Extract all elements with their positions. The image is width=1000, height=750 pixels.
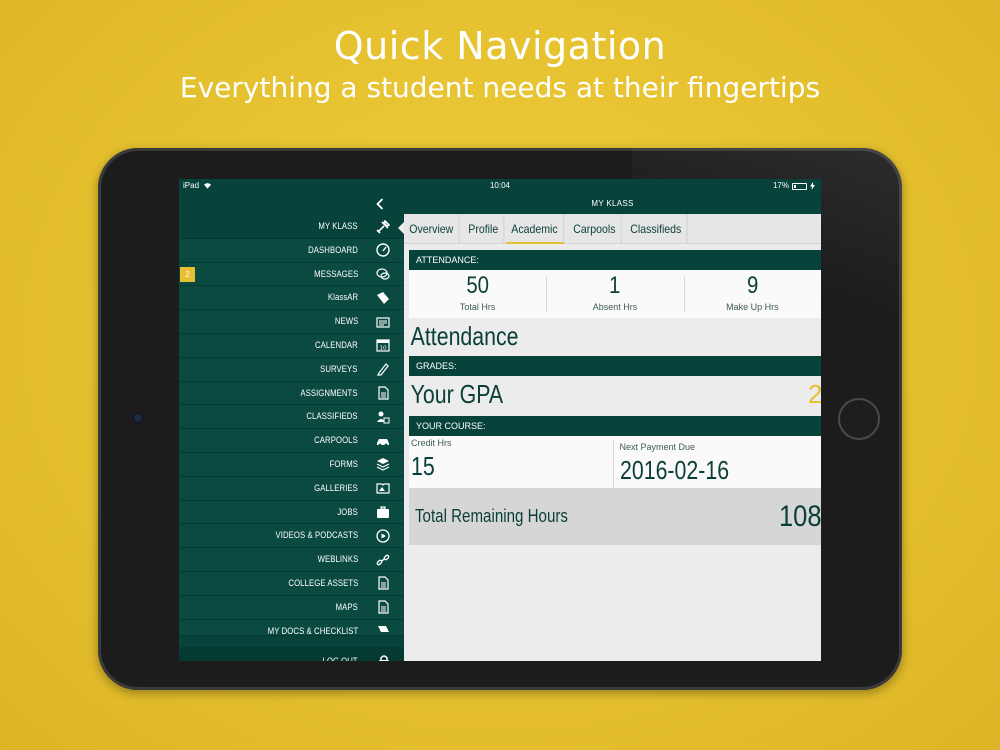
header-title: MY KLASS bbox=[591, 199, 634, 208]
docs-icon bbox=[375, 624, 391, 635]
tab-carpools[interactable]: Carpools bbox=[568, 214, 622, 244]
sidebar-item-videos-podcasts[interactable]: VIDEOS & PODCASTS bbox=[179, 524, 404, 549]
battery-icon bbox=[792, 182, 807, 190]
gpa-value: 2 bbox=[808, 379, 821, 409]
charging-icon bbox=[810, 182, 815, 190]
sidebar: MY KLASS DASHBOARD 2 MESSAGES KlassAR NE… bbox=[179, 193, 404, 661]
chevron-left-icon bbox=[376, 198, 384, 210]
briefcase-icon bbox=[375, 505, 391, 520]
grades-header: GRADES: bbox=[409, 356, 821, 376]
attendance-header: ATTENDANCE: bbox=[409, 250, 821, 270]
attendance-stats: 50 Total Hrs 1 Absent Hrs 9 Make Up Hrs bbox=[409, 270, 821, 318]
sidebar-item-news[interactable]: NEWS bbox=[179, 310, 404, 334]
status-bar: iPad 10:04 17% bbox=[179, 179, 821, 193]
stat-total-hrs: 50 Total Hrs bbox=[459, 272, 496, 312]
gauge-icon bbox=[375, 243, 391, 258]
gpa-title: Your GPA bbox=[410, 379, 504, 409]
sidebar-item-carpools[interactable]: CARPOOLS bbox=[179, 429, 404, 453]
tools-icon bbox=[375, 219, 391, 234]
sidebar-item-surveys[interactable]: SURVEYS bbox=[179, 357, 404, 382]
home-button[interactable] bbox=[838, 398, 880, 440]
calendar-icon: 10 bbox=[375, 338, 391, 353]
sidebar-item-dashboard[interactable]: DASHBOARD bbox=[179, 238, 404, 263]
sidebar-item-calendar[interactable]: CALENDAR 10 bbox=[179, 333, 404, 358]
promo-title: Quick Navigation bbox=[333, 24, 667, 68]
sidebar-item-my-klass[interactable]: MY KLASS bbox=[179, 215, 404, 239]
total-remaining-hours: Total Remaining Hours 108 bbox=[409, 488, 821, 545]
course-info-row: Credit Hrs 15 Next Payment Due 2016-02-1… bbox=[409, 436, 821, 488]
lock-icon bbox=[379, 655, 389, 661]
document-icon bbox=[375, 576, 391, 591]
sidebar-item-my-docs-checklist[interactable]: MY DOCS & CHECKLIST bbox=[179, 619, 404, 636]
sidebar-item-label: MY KLASS bbox=[318, 221, 358, 231]
sidebar-item-forms[interactable]: FORMS bbox=[179, 452, 404, 477]
ipad-device-frame: iPad 10:04 17% MY KLASS MY KLASS DASHBOA… bbox=[98, 148, 902, 690]
tab-overview[interactable]: Overview bbox=[404, 214, 460, 244]
next-payment-due: Next Payment Due 2016-02-16 bbox=[612, 440, 822, 488]
sidebar-item-assignments[interactable]: ASSIGNMENTS bbox=[179, 381, 404, 406]
stat-absent-hrs: 1 Absent Hrs bbox=[546, 270, 683, 318]
sidebar-item-college-assets[interactable]: COLLEGE ASSETS bbox=[179, 571, 404, 596]
camera-dot bbox=[134, 414, 142, 422]
sidebar-item-classifieds[interactable]: CLASSIFIEDS bbox=[179, 405, 404, 430]
promo-subtitle: Everything a student needs at their fing… bbox=[179, 71, 821, 104]
sidebar-item-messages[interactable]: 2 MESSAGES bbox=[179, 262, 404, 287]
document-icon bbox=[375, 386, 391, 401]
svg-text:10: 10 bbox=[380, 346, 387, 352]
play-circle-icon bbox=[375, 528, 391, 543]
main-content: Overview Profile Academic Carpools Class… bbox=[404, 214, 821, 661]
messages-badge: 2 bbox=[180, 266, 195, 282]
pencil-icon bbox=[375, 362, 391, 377]
stat-make-up-hrs: 9 Make Up Hrs bbox=[683, 270, 821, 318]
car-icon bbox=[375, 433, 391, 448]
tab-academic[interactable]: Academic bbox=[506, 214, 564, 244]
sidebar-item-jobs[interactable]: JOBS bbox=[179, 500, 404, 525]
back-button[interactable] bbox=[370, 195, 390, 213]
tab-bar: Overview Profile Academic Carpools Class… bbox=[404, 214, 821, 244]
chat-bubbles-icon bbox=[375, 267, 391, 282]
course-header: YOUR COURSE: bbox=[409, 416, 821, 436]
people-tag-icon bbox=[375, 409, 391, 424]
layers-icon bbox=[375, 457, 391, 472]
sidebar-item-galleries[interactable]: GALLERIES bbox=[179, 476, 404, 501]
newspaper-icon bbox=[375, 314, 391, 329]
sidebar-item-maps[interactable]: MAPS bbox=[179, 595, 404, 620]
attendance-title: Attendance bbox=[410, 321, 519, 351]
status-battery: 17% bbox=[773, 179, 815, 193]
link-icon bbox=[375, 552, 391, 567]
sidebar-item-klassar[interactable]: KlassAR bbox=[179, 286, 404, 311]
status-time: 10:04 bbox=[489, 181, 511, 190]
app-screen: iPad 10:04 17% MY KLASS MY KLASS DASHBOA… bbox=[179, 179, 821, 661]
photo-book-icon bbox=[375, 481, 391, 496]
tab-profile[interactable]: Profile bbox=[463, 214, 505, 244]
tab-classifieds[interactable]: Classifieds bbox=[625, 214, 688, 244]
logout-button[interactable]: LOG OUT bbox=[179, 647, 404, 661]
promo-headline: Quick Navigation Everything a student ne… bbox=[0, 22, 1000, 106]
sidebar-nav: MY KLASS DASHBOARD 2 MESSAGES KlassAR NE… bbox=[179, 215, 404, 636]
ar-book-icon bbox=[375, 290, 391, 305]
credit-hrs: Credit Hrs 15 bbox=[411, 438, 452, 481]
document-icon bbox=[375, 600, 391, 615]
sidebar-item-weblinks[interactable]: WEBLINKS bbox=[179, 548, 404, 572]
